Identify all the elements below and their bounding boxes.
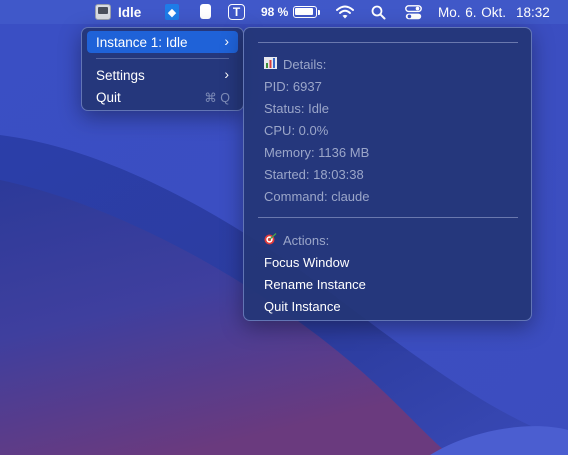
menu-item-quit[interactable]: Quit ⌘ Q [87, 86, 238, 108]
control-center-icon[interactable] [405, 0, 422, 24]
submenu-separator [258, 42, 518, 43]
actions-header-label: Actions: [283, 232, 330, 248]
menu-item-instance-1[interactable]: Instance 1: Idle › [87, 31, 238, 53]
box-icon[interactable]: ◆ [165, 4, 179, 20]
battery-percent: 98 % [261, 5, 289, 19]
chevron-right-icon: › [224, 66, 229, 82]
app-status-icon [95, 4, 111, 20]
chevron-right-icon: › [224, 33, 229, 49]
detail-status: Status: Idle [264, 100, 330, 116]
detail-pid: PID: 6937 [264, 78, 322, 94]
clock-date: Mo. 6. Okt. [438, 4, 507, 20]
instance-submenu: Details: PID: 6937 Status: Idle CPU: 0.0… [243, 27, 532, 321]
menu-separator [96, 58, 229, 59]
battery-icon [293, 6, 321, 18]
wifi-icon[interactable] [336, 0, 354, 24]
target-icon [264, 232, 277, 248]
t-app-icon[interactable]: T [228, 4, 245, 20]
app-status-item[interactable]: Idle [95, 0, 141, 24]
bar-chart-icon [264, 56, 277, 72]
battery-status[interactable]: 98 % [261, 0, 321, 24]
action-rename-instance[interactable]: Rename Instance [264, 274, 366, 294]
app-dropdown-menu: Instance 1: Idle › Settings › Quit ⌘ Q [81, 27, 244, 111]
details-header: Details: [264, 54, 326, 74]
menu-item-settings[interactable]: Settings › [87, 64, 238, 86]
details-header-label: Details: [283, 56, 327, 72]
search-icon[interactable] [371, 0, 386, 24]
submenu-separator [258, 217, 518, 218]
menu-bar: Idle ◆ T 98 % Mo. 6. Okt. 18:32 [0, 0, 568, 24]
quit-shortcut: ⌘ Q [204, 90, 230, 105]
detail-memory: Memory: 1136 MB [264, 144, 370, 160]
menu-item-label: Settings [96, 67, 145, 83]
clipboard-icon[interactable] [200, 4, 211, 19]
actions-header: Actions: [264, 230, 329, 250]
detail-cpu: CPU: 0.0% [264, 122, 329, 138]
menu-item-label: Quit [96, 89, 121, 105]
action-quit-instance[interactable]: Quit Instance [264, 296, 341, 316]
action-focus-window[interactable]: Focus Window [264, 252, 349, 272]
clock-time: 18:32 [516, 4, 550, 20]
app-status-label: Idle [118, 4, 142, 20]
detail-command: Command: claude [264, 188, 370, 204]
detail-started: Started: 18:03:38 [264, 166, 364, 182]
menubar-clock[interactable]: Mo. 6. Okt. 18:32 [438, 0, 550, 24]
menu-item-label: Instance 1: Idle [96, 34, 188, 50]
